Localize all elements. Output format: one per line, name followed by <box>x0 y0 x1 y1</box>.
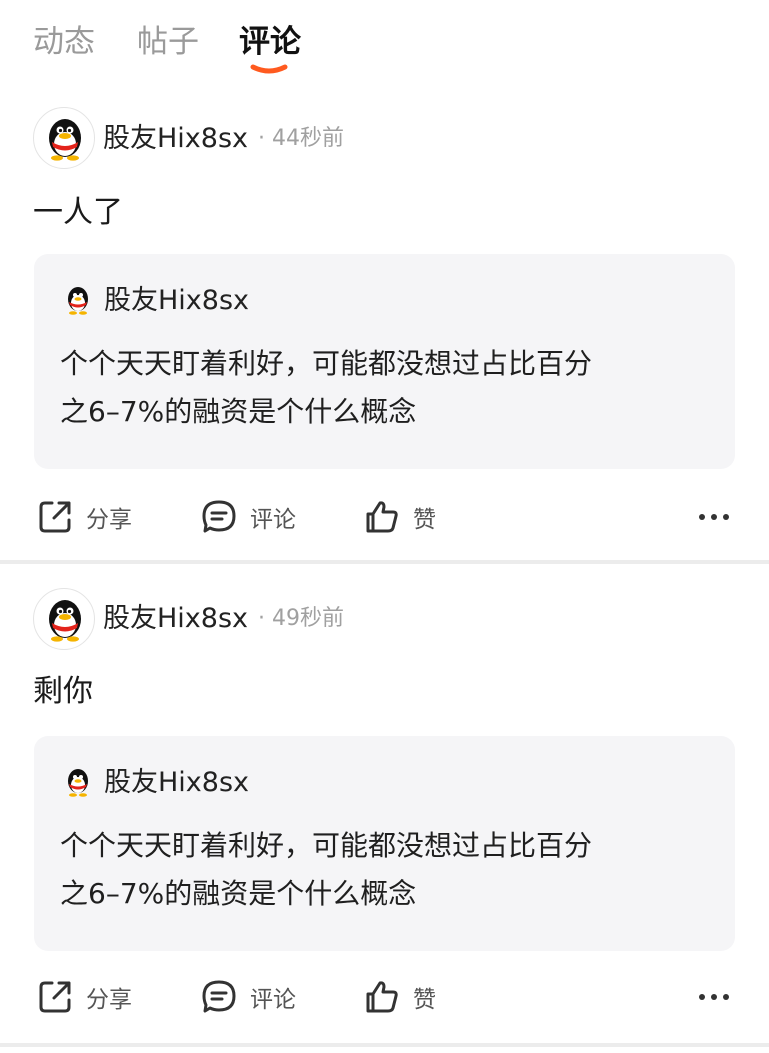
post-time: · 49秒前 <box>258 602 344 636</box>
action-bar: 分享 评论 赞 <box>0 972 769 1022</box>
share-button[interactable]: 分享 <box>36 492 132 542</box>
comment-text: 剩你 <box>33 674 93 709</box>
quoted-author: 股友Hix8sx <box>104 767 250 798</box>
avatar[interactable] <box>33 107 95 169</box>
quoted-text-line: 个个天天盯着利好，可能都没想过占比百分 <box>60 829 593 862</box>
penguin-icon <box>49 119 81 161</box>
comment-card: 股友Hix8sx · 49秒前 剩你 股友Hix8sx 个个天天盯着利好，可能都… <box>0 574 769 1053</box>
quoted-text-line: 之6–7%的融资是个什么概念 <box>60 877 417 910</box>
author-name[interactable]: 股友Hix8sx <box>103 122 248 156</box>
share-icon <box>39 981 71 1013</box>
card-divider <box>0 560 769 564</box>
time-separator: · <box>258 126 272 151</box>
penguin-icon <box>68 287 88 315</box>
tab-posts[interactable]: 帖子 <box>137 22 199 62</box>
like-button[interactable]: 赞 <box>363 492 436 542</box>
quoted-text: 个个天天盯着利好，可能都没想过占比百分 之6–7%的融资是个什么概念 <box>60 340 710 436</box>
tab-bar: 动态 帖子 评论 <box>0 0 769 92</box>
comment-text: 一人了 <box>33 195 123 230</box>
penguin-icon <box>68 769 88 797</box>
more-options-icon[interactable] <box>694 982 734 1012</box>
penguin-icon <box>49 600 81 642</box>
comment-icon <box>202 980 236 1013</box>
share-icon <box>39 501 71 533</box>
quoted-post[interactable]: 股友Hix8sx 个个天天盯着利好，可能都没想过占比百分 之6–7%的融资是个什… <box>34 736 735 951</box>
comment-label: 评论 <box>250 507 296 533</box>
avatar[interactable] <box>33 588 95 650</box>
time-separator: · <box>258 606 272 631</box>
share-label: 分享 <box>86 987 132 1013</box>
share-label: 分享 <box>86 507 132 533</box>
more-options-icon[interactable] <box>694 502 734 532</box>
quoted-text-line: 个个天天盯着利好，可能都没想过占比百分 <box>60 347 593 380</box>
comment-icon <box>202 500 236 533</box>
tab-dynamics[interactable]: 动态 <box>33 22 95 62</box>
author-name[interactable]: 股友Hix8sx <box>103 602 248 636</box>
thumbs-up-icon <box>366 981 398 1013</box>
active-tab-indicator <box>250 64 288 74</box>
comment-button[interactable]: 评论 <box>200 492 296 542</box>
like-label: 赞 <box>413 507 436 533</box>
like-button[interactable]: 赞 <box>363 972 436 1022</box>
time-text: 44秒前 <box>272 126 344 151</box>
quoted-post[interactable]: 股友Hix8sx 个个天天盯着利好，可能都没想过占比百分 之6–7%的融资是个什… <box>34 254 735 469</box>
comment-card: 股友Hix8sx · 44秒前 一人了 股友Hix8sx 个个天天盯着利好，可能… <box>0 92 769 572</box>
comment-button[interactable]: 评论 <box>200 972 296 1022</box>
card-divider <box>0 1043 769 1047</box>
action-bar: 分享 评论 赞 <box>0 492 769 542</box>
quoted-author: 股友Hix8sx <box>104 285 250 316</box>
share-button[interactable]: 分享 <box>36 972 132 1022</box>
quoted-text-line: 之6–7%的融资是个什么概念 <box>60 395 417 428</box>
quoted-text: 个个天天盯着利好，可能都没想过占比百分 之6–7%的融资是个什么概念 <box>60 822 710 918</box>
thumbs-up-icon <box>366 501 398 533</box>
comment-label: 评论 <box>250 987 296 1013</box>
like-label: 赞 <box>413 987 436 1013</box>
post-time: · 44秒前 <box>258 122 344 156</box>
time-text: 49秒前 <box>272 606 344 631</box>
tab-comments[interactable]: 评论 <box>239 22 301 62</box>
